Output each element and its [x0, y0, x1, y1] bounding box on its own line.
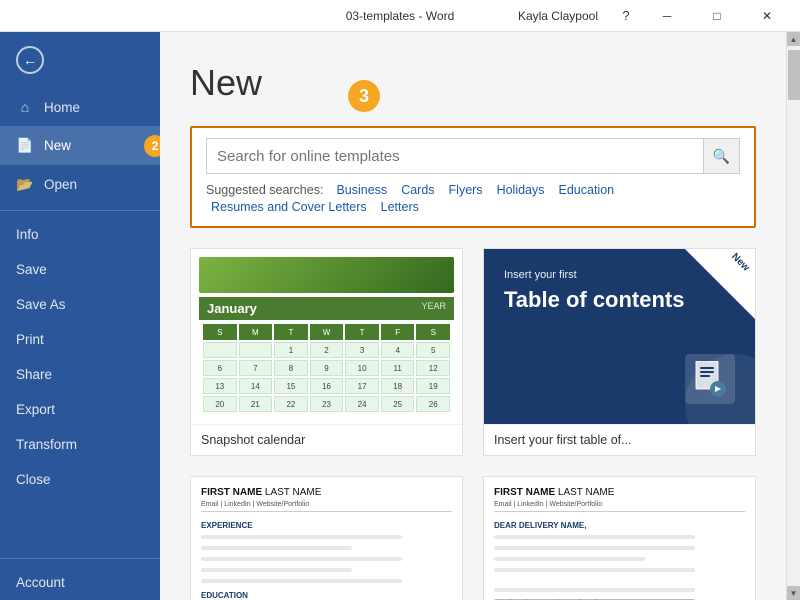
main-content: 3 New 🔍 Suggested searches: Business Car… [160, 32, 786, 600]
search-row: 🔍 [206, 138, 740, 174]
resume1-name: FIRST NAME LAST NAME [201, 487, 452, 498]
sidebar-item-share[interactable]: Share [0, 357, 160, 392]
sidebar-item-save-as[interactable]: Save As [0, 287, 160, 322]
sidebar-item-export[interactable]: Export [0, 392, 160, 427]
template-thumb-calendar: January YEAR SMTWTFS 12345 [191, 249, 462, 424]
home-icon: ⌂ [16, 99, 34, 115]
search-icon: 🔍 [713, 148, 730, 165]
suggested-letters[interactable]: Letters [376, 200, 424, 214]
template-thumb-resume-2: FIRST NAME LAST NAME Email | LinkedIn | … [484, 477, 755, 600]
main-wrapper: 3 New 🔍 Suggested searches: Business Car… [160, 32, 800, 600]
back-arrow-icon: ← [16, 46, 44, 74]
sidebar-item-new[interactable]: 📄 New 2 [0, 126, 160, 165]
sidebar: ← ⌂ Home 📄 New 2 📂 Open Info Save Save A… [0, 32, 160, 600]
sidebar-item-account[interactable]: Account [0, 565, 160, 600]
suggested-business[interactable]: Business [331, 183, 392, 197]
template-card-resume-2[interactable]: FIRST NAME LAST NAME Email | LinkedIn | … [483, 476, 756, 600]
badge-3: 3 [348, 80, 380, 112]
template-grid: January YEAR SMTWTFS 12345 [190, 248, 756, 600]
title-bar-filename: 03-templates - Word [346, 9, 455, 23]
search-button[interactable]: 🔍 [703, 139, 739, 173]
resume1-subtitle: Email | LinkedIn | Website/Portfolio [201, 501, 452, 512]
sidebar-item-info[interactable]: Info [0, 217, 160, 252]
sidebar-nav: ⌂ Home 📄 New 2 📂 Open [0, 88, 160, 204]
scroll-up-button[interactable]: ▲ [787, 32, 800, 46]
new-icon: 📄 [16, 137, 34, 154]
open-icon: 📂 [16, 176, 34, 193]
template-card-calendar[interactable]: January YEAR SMTWTFS 12345 [190, 248, 463, 456]
resume2-subtitle: Email | LinkedIn | Website/Portfolio [494, 501, 745, 512]
title-bar-username: Kayla Claypool [518, 9, 598, 23]
sidebar-divider-bottom [0, 558, 160, 559]
suggested-row-2: Resumes and Cover Letters Letters [206, 200, 740, 214]
template-card-resume-1[interactable]: FIRST NAME LAST NAME Email | LinkedIn | … [190, 476, 463, 600]
sidebar-item-open-label: Open [44, 177, 77, 192]
scroll-down-button[interactable]: ▼ [787, 586, 800, 600]
sidebar-item-new-label: New [44, 138, 71, 153]
maximize-button[interactable]: □ [694, 0, 740, 32]
suggested-row-1: Suggested searches: Business Cards Flyer… [206, 183, 740, 197]
sidebar-item-close[interactable]: Close [0, 462, 160, 497]
suggested-holidays[interactable]: Holidays [492, 183, 550, 197]
suggested-flyers[interactable]: Flyers [444, 183, 488, 197]
template-card-toc[interactable]: New Insert your first Table of contents [483, 248, 756, 456]
template-thumb-resume-1: FIRST NAME LAST NAME Email | LinkedIn | … [191, 477, 462, 600]
close-button[interactable]: ✕ [744, 0, 790, 32]
sidebar-item-print[interactable]: Print [0, 322, 160, 357]
back-button[interactable]: ← [0, 32, 160, 88]
resume2-name: FIRST NAME LAST NAME [494, 487, 745, 498]
suggested-cards[interactable]: Cards [396, 183, 439, 197]
search-input[interactable] [207, 141, 703, 172]
suggested-label: Suggested searches: [206, 183, 323, 197]
page-title: New [190, 62, 756, 104]
app-body: ← ⌂ Home 📄 New 2 📂 Open Info Save Save A… [0, 32, 800, 600]
sidebar-item-home-label: Home [44, 100, 80, 115]
search-container: 🔍 Suggested searches: Business Cards Fly… [190, 126, 756, 228]
sidebar-item-transform[interactable]: Transform [0, 427, 160, 462]
sidebar-item-save[interactable]: Save [0, 252, 160, 287]
template-thumb-toc: New Insert your first Table of contents [484, 249, 755, 424]
scrollbar-thumb[interactable] [788, 50, 800, 100]
suggested-education[interactable]: Education [554, 183, 620, 197]
title-bar: 03-templates - Word Kayla Claypool ? ─ □… [0, 0, 800, 32]
toc-template-label: Insert your first table of... [484, 424, 755, 455]
help-button[interactable]: ? [612, 2, 640, 30]
sidebar-item-open[interactable]: 📂 Open [0, 165, 160, 204]
calendar-template-label: Snapshot calendar [191, 424, 462, 455]
minimize-button[interactable]: ─ [644, 0, 690, 32]
scrollbar-track: ▲ ▼ [786, 32, 800, 600]
suggested-resumes[interactable]: Resumes and Cover Letters [206, 200, 372, 214]
toc-document-icon [685, 354, 735, 404]
toc-small-text: Insert your first [504, 269, 735, 281]
sidebar-item-home[interactable]: ⌂ Home [0, 88, 160, 126]
sidebar-divider-top [0, 210, 160, 211]
